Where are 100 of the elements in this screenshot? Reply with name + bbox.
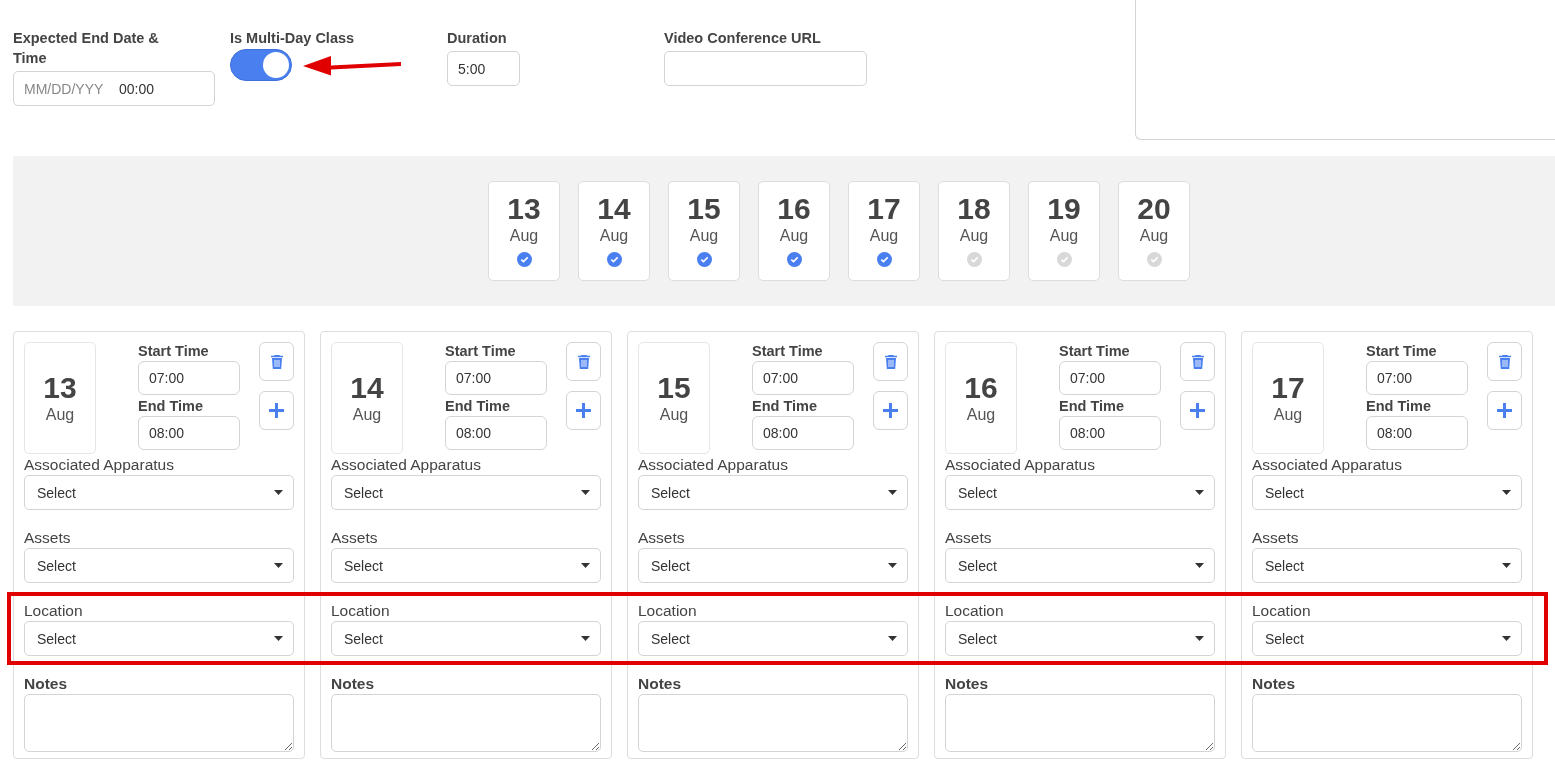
start-time-field[interactable]: 07:00 bbox=[752, 361, 854, 395]
end-time-label: End Time bbox=[752, 397, 818, 416]
end-time-label: End Time bbox=[138, 397, 204, 416]
location-dropdown[interactable]: Select bbox=[331, 621, 601, 656]
location-dropdown[interactable]: Select bbox=[945, 621, 1215, 656]
location-label: Location bbox=[945, 601, 1004, 621]
location-label: Location bbox=[331, 601, 390, 621]
apparatus-dropdown[interactable]: Select bbox=[638, 475, 908, 510]
end-time-label: End Time bbox=[1059, 397, 1125, 416]
notes-field[interactable] bbox=[945, 694, 1215, 752]
assets-dropdown[interactable]: Select bbox=[24, 548, 294, 583]
end-time-field[interactable]: 08:00 bbox=[445, 416, 547, 450]
end-time-field[interactable]: 08:00 bbox=[752, 416, 854, 450]
date-card[interactable]: 18 Aug bbox=[938, 181, 1010, 281]
month-label: Aug bbox=[869, 226, 899, 246]
month-label: Aug bbox=[689, 226, 719, 246]
month-label: Aug bbox=[659, 405, 689, 425]
caret-icon bbox=[581, 490, 590, 495]
trash-icon bbox=[1191, 354, 1204, 369]
apparatus-label: Associated Apparatus bbox=[1252, 455, 1402, 475]
day-number: 16 bbox=[964, 371, 998, 405]
start-time-field[interactable]: 07:00 bbox=[445, 361, 547, 395]
add-button[interactable] bbox=[873, 391, 908, 430]
check-icon bbox=[786, 252, 802, 267]
apparatus-dropdown[interactable]: Select bbox=[331, 475, 601, 510]
assets-label: Assets bbox=[638, 528, 685, 548]
delete-button[interactable] bbox=[1180, 342, 1215, 381]
assets-label: Assets bbox=[1252, 528, 1299, 548]
caret-icon bbox=[1502, 490, 1511, 495]
caret-icon bbox=[1195, 563, 1204, 568]
end-time-label: End Time bbox=[445, 397, 511, 416]
plus-icon bbox=[269, 403, 284, 418]
notes-label: Notes bbox=[24, 674, 68, 694]
notes-field[interactable] bbox=[331, 694, 601, 752]
location-dropdown[interactable]: Select bbox=[638, 621, 908, 656]
check-icon bbox=[966, 252, 982, 267]
check-icon bbox=[1146, 252, 1162, 267]
date-card[interactable]: 20 Aug bbox=[1118, 181, 1190, 281]
notes-label: Notes bbox=[945, 674, 989, 694]
start-time-label: Start Time bbox=[1059, 342, 1131, 361]
notes-field[interactable] bbox=[638, 694, 908, 752]
location-dropdown[interactable]: Select bbox=[24, 621, 294, 656]
date-card[interactable]: 16 Aug bbox=[758, 181, 830, 281]
date-card[interactable]: 19 Aug bbox=[1028, 181, 1100, 281]
location-label: Location bbox=[1252, 601, 1311, 621]
location-label: Location bbox=[638, 601, 697, 621]
apparatus-label: Associated Apparatus bbox=[945, 455, 1095, 475]
assets-dropdown[interactable]: Select bbox=[331, 548, 601, 583]
start-time-field[interactable]: 07:00 bbox=[1366, 361, 1468, 395]
start-time-field[interactable]: 07:00 bbox=[138, 361, 240, 395]
date-card[interactable]: 15 Aug bbox=[668, 181, 740, 281]
assets-dropdown[interactable]: Select bbox=[945, 548, 1215, 583]
duration-field[interactable]: 5:00 bbox=[447, 51, 520, 86]
location-dropdown[interactable]: Select bbox=[1252, 621, 1522, 656]
start-time-label: Start Time bbox=[138, 342, 210, 361]
start-time-label: Start Time bbox=[445, 342, 517, 361]
add-button[interactable] bbox=[1180, 391, 1215, 430]
notes-field[interactable] bbox=[24, 694, 294, 752]
apparatus-dropdown[interactable]: Select bbox=[945, 475, 1215, 510]
end-time-field[interactable]: 08:00 bbox=[1366, 416, 1468, 450]
url-field[interactable] bbox=[664, 51, 867, 86]
apparatus-dropdown[interactable]: Select bbox=[1252, 475, 1522, 510]
month-label: Aug bbox=[599, 226, 629, 246]
date-card[interactable]: 13 Aug bbox=[488, 181, 560, 281]
add-button[interactable] bbox=[566, 391, 601, 430]
end-time-field[interactable]: 08:00 bbox=[138, 416, 240, 450]
notes-field[interactable] bbox=[1252, 694, 1522, 752]
delete-button[interactable] bbox=[259, 342, 294, 381]
caret-icon bbox=[274, 563, 283, 568]
day-number: 13 bbox=[43, 371, 77, 405]
check-icon bbox=[1056, 252, 1072, 267]
toggle-switch[interactable] bbox=[230, 49, 292, 81]
date-card[interactable]: 14 Aug bbox=[578, 181, 650, 281]
day-number: 18 bbox=[957, 192, 991, 226]
plus-icon bbox=[576, 403, 591, 418]
check-icon bbox=[696, 252, 712, 267]
month-label: Aug bbox=[509, 226, 539, 246]
caret-icon bbox=[1195, 490, 1204, 495]
assets-dropdown[interactable]: Select bbox=[1252, 548, 1522, 583]
month-label: Aug bbox=[45, 405, 75, 425]
end-time-field[interactable]: 08:00 bbox=[1059, 416, 1161, 450]
caret-icon bbox=[888, 563, 897, 568]
delete-button[interactable] bbox=[1487, 342, 1522, 381]
day-number: 17 bbox=[1271, 371, 1305, 405]
field-label: Expected End Date & Time bbox=[13, 29, 160, 68]
add-button[interactable] bbox=[1487, 391, 1522, 430]
month-label: Aug bbox=[959, 226, 989, 246]
trash-icon bbox=[884, 354, 897, 369]
date-card[interactable]: 17 Aug bbox=[848, 181, 920, 281]
month-label: Aug bbox=[1049, 226, 1079, 246]
assets-dropdown[interactable]: Select bbox=[638, 548, 908, 583]
end-time-label: End Time bbox=[1366, 397, 1432, 416]
apparatus-dropdown[interactable]: Select bbox=[24, 475, 294, 510]
start-time-field[interactable]: 07:00 bbox=[1059, 361, 1161, 395]
day-number: 15 bbox=[657, 371, 691, 405]
check-icon bbox=[606, 252, 622, 267]
delete-button[interactable] bbox=[873, 342, 908, 381]
delete-button[interactable] bbox=[566, 342, 601, 381]
apparatus-label: Associated Apparatus bbox=[331, 455, 481, 475]
add-button[interactable] bbox=[259, 391, 294, 430]
